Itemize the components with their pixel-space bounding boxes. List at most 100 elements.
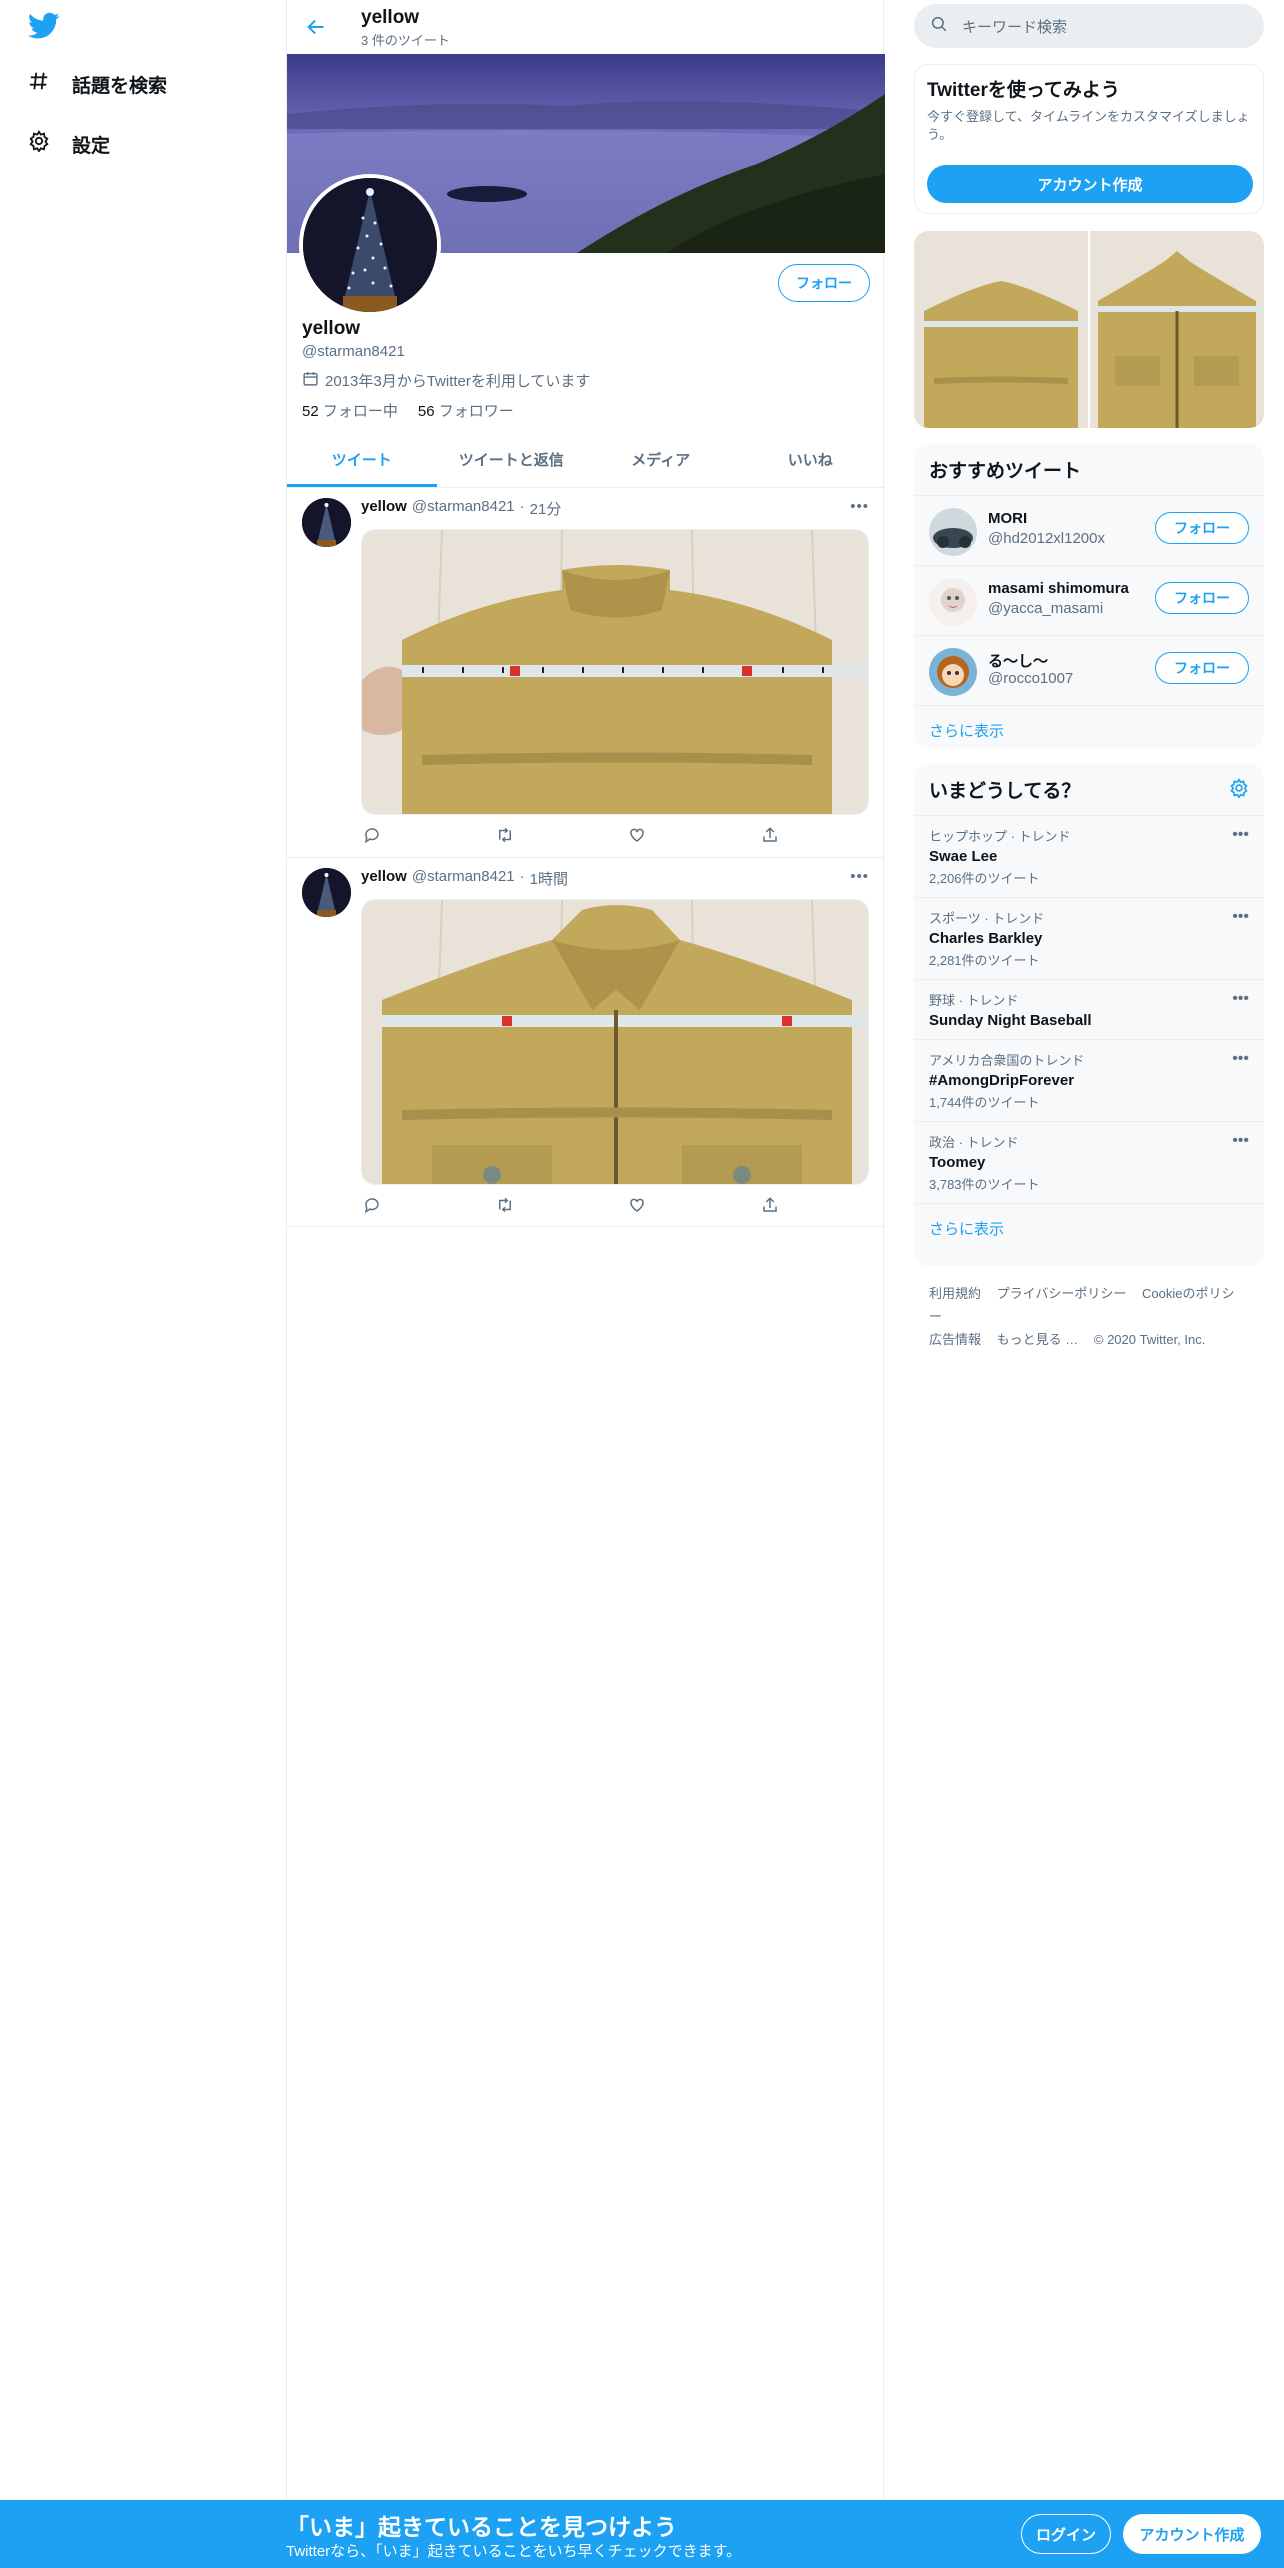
- recommend-user[interactable]: MORI @hd2012xl1200x フォロー: [914, 496, 1264, 566]
- tweet-author-handle[interactable]: @starman8421: [412, 868, 515, 889]
- follow-button[interactable]: フォロー: [1155, 582, 1249, 614]
- trend-count: 2,206件のツイート: [929, 871, 1040, 886]
- share-icon[interactable]: [759, 1194, 781, 1216]
- like-icon[interactable]: [626, 1194, 648, 1216]
- trend-item[interactable]: 野球 · トレンド Sunday Night Baseball •••: [914, 980, 1264, 1040]
- tweet-header: yellow @starman8421 · 21分: [361, 498, 562, 519]
- trend-count: 1,744件のツイート: [929, 1095, 1040, 1110]
- more-icon[interactable]: •••: [1232, 990, 1249, 1008]
- trend-item[interactable]: アメリカ合衆国のトレンド #AmongDripForever 1,744件のツイ…: [914, 1040, 1264, 1122]
- more-icon[interactable]: •••: [850, 498, 869, 515]
- hashtag-icon: [28, 70, 50, 98]
- twitter-logo-icon[interactable]: [28, 12, 60, 45]
- tweet-time[interactable]: 1時間: [530, 868, 568, 889]
- login-button[interactable]: ログイン: [1021, 2514, 1111, 2554]
- trend-name: Charles Barkley: [929, 930, 1043, 947]
- search-box[interactable]: キーワード検索: [914, 4, 1264, 48]
- follow-button[interactable]: フォロー: [778, 264, 870, 302]
- profile-tabs: ツイート ツイートと返信 メディア いいね: [287, 432, 885, 488]
- recommend-user[interactable]: る〜し〜 @rocco1007 フォロー: [914, 636, 1264, 706]
- trend-count: 2,281件のツイート: [929, 953, 1040, 968]
- trend-count: 3,783件のツイート: [929, 1177, 1040, 1192]
- recommend-handle: @yacca_masami: [988, 600, 1104, 617]
- media-preview: [914, 231, 1264, 428]
- following-link[interactable]: 52 フォロー中: [302, 400, 398, 421]
- media-thumb[interactable]: [914, 231, 1088, 428]
- recommend-name[interactable]: MORI: [988, 510, 1027, 527]
- reply-icon[interactable]: [361, 824, 383, 846]
- signup-button[interactable]: アカウント作成: [1123, 2514, 1261, 2554]
- like-icon[interactable]: [626, 824, 648, 846]
- followers-link[interactable]: 56 フォロワー: [418, 400, 514, 421]
- trend-meta: 政治 · トレンド: [929, 1135, 1019, 1150]
- recommend-name[interactable]: masami shimomura: [988, 580, 1129, 597]
- recommend-user[interactable]: masami shimomura @yacca_masami フォロー: [914, 566, 1264, 636]
- profile-handle: @starman8421: [302, 343, 405, 360]
- tweet[interactable]: yellow @starman8421 · 1時間 •••: [287, 858, 885, 1227]
- trend-name: Toomey: [929, 1154, 986, 1171]
- recommend-name[interactable]: る〜し〜: [988, 650, 1048, 671]
- trend-name: #AmongDripForever: [929, 1072, 1075, 1089]
- trend-item[interactable]: スポーツ · トレンド Charles Barkley 2,281件のツイート …: [914, 898, 1264, 980]
- profile-avatar[interactable]: [299, 174, 441, 316]
- tweet-author-handle[interactable]: @starman8421: [412, 498, 515, 519]
- header-title: yellow: [361, 7, 420, 28]
- trend-name: Sunday Night Baseball: [929, 1012, 1092, 1029]
- recommend-handle: @rocco1007: [988, 670, 1074, 687]
- tweet-author-name[interactable]: yellow: [361, 498, 407, 519]
- recommend-box: おすすめツイート MORI @hd2012xl1200x フォロー masami…: [914, 444, 1264, 748]
- calendar-icon: [302, 370, 319, 391]
- trends-more-link[interactable]: さらに表示: [914, 1204, 1264, 1253]
- retweet-icon[interactable]: [494, 824, 516, 846]
- tweet-image[interactable]: [361, 529, 869, 815]
- avatar[interactable]: [929, 508, 977, 556]
- tweet-time[interactable]: 21分: [530, 498, 562, 519]
- profile-header: yellow 3 件のツイート: [287, 0, 883, 54]
- gear-icon: [28, 130, 50, 158]
- more-icon[interactable]: •••: [1232, 908, 1249, 926]
- more-icon[interactable]: •••: [1232, 1132, 1249, 1150]
- media-thumb[interactable]: [1090, 231, 1264, 428]
- back-arrow-icon[interactable]: [305, 16, 327, 43]
- tweet-avatar[interactable]: [302, 868, 351, 917]
- follow-button[interactable]: フォロー: [1155, 512, 1249, 544]
- search-input[interactable]: キーワード検索: [962, 16, 1067, 37]
- footer-link[interactable]: 広告情報: [929, 1332, 981, 1347]
- trend-item[interactable]: 政治 · トレンド Toomey 3,783件のツイート •••: [914, 1122, 1264, 1204]
- tab-tweets[interactable]: ツイート: [287, 432, 437, 487]
- more-icon[interactable]: •••: [1232, 826, 1249, 844]
- signup-box: Twitterを使ってみよう 今すぐ登録して、タイムラインをカスタマイズしましょ…: [914, 64, 1264, 214]
- more-icon[interactable]: •••: [1232, 1050, 1249, 1068]
- trend-meta: スポーツ · トレンド: [929, 911, 1045, 926]
- tweet-author-name[interactable]: yellow: [361, 868, 407, 889]
- nav-settings[interactable]: 設定: [28, 130, 110, 158]
- share-icon[interactable]: [759, 824, 781, 846]
- avatar[interactable]: [929, 648, 977, 696]
- footer-link[interactable]: もっと見る …: [997, 1332, 1079, 1347]
- retweet-icon[interactable]: [494, 1194, 516, 1216]
- footer-link[interactable]: 利用規約: [929, 1286, 981, 1301]
- tweet-avatar[interactable]: [302, 498, 351, 547]
- settings-gear-icon[interactable]: [1229, 778, 1249, 804]
- bottom-signup-bar: 「いま」起きていることを見つけよう Twitterなら、「いま」起きていることを…: [0, 2500, 1284, 2568]
- reply-icon[interactable]: [361, 1194, 383, 1216]
- tab-likes[interactable]: いいね: [736, 432, 886, 487]
- tweet-image[interactable]: [361, 899, 869, 1185]
- follow-button[interactable]: フォロー: [1155, 652, 1249, 684]
- avatar[interactable]: [929, 578, 977, 626]
- footer-link[interactable]: プライバシーポリシー: [997, 1286, 1127, 1301]
- footer: 利用規約 プライバシーポリシー Cookieのポリシー 広告情報 もっと見る ……: [929, 1282, 1249, 1351]
- more-icon[interactable]: •••: [850, 868, 869, 885]
- create-account-button[interactable]: アカウント作成: [927, 165, 1253, 203]
- nav-explore[interactable]: 話題を検索: [28, 70, 167, 98]
- tab-media[interactable]: メディア: [586, 432, 736, 487]
- tweet[interactable]: yellow @starman8421 · 21分 •••: [287, 488, 885, 858]
- trend-meta: ヒップホップ · トレンド: [929, 829, 1071, 844]
- left-nav: 話題を検索 設定: [0, 0, 286, 2500]
- tab-tweets-replies[interactable]: ツイートと返信: [437, 432, 587, 487]
- main-column: yellow 3 件のツイート フォロー yellow @starman8421…: [286, 0, 885, 2500]
- recommend-more-link[interactable]: さらに表示: [914, 706, 1264, 748]
- profile-joined: 2013年3月からTwitterを利用しています: [302, 370, 590, 391]
- search-icon: [930, 15, 948, 37]
- trend-item[interactable]: ヒップホップ · トレンド Swae Lee 2,206件のツイート •••: [914, 816, 1264, 898]
